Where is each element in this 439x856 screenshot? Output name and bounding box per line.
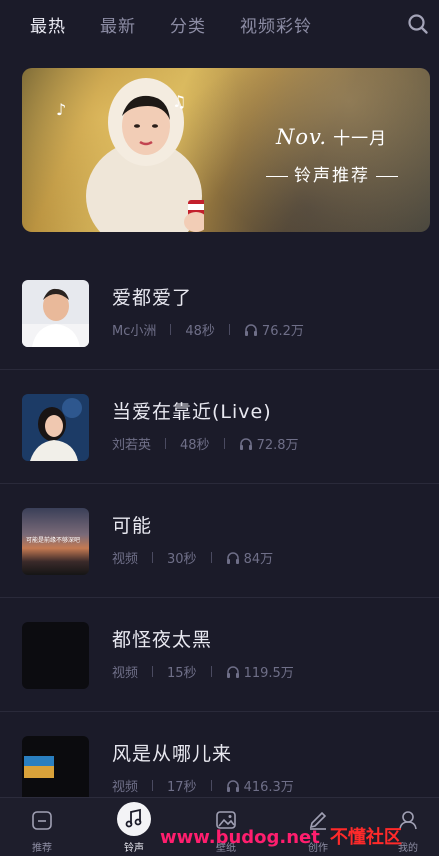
- divider: [228, 324, 230, 335]
- song-title: 可能: [112, 515, 153, 537]
- song-meta: 视频 30秒 84万: [112, 548, 273, 567]
- song-meta: 刘若英 48秒 72.8万: [112, 434, 299, 453]
- headphone-icon: [239, 438, 252, 450]
- song-cover-image: [22, 622, 89, 689]
- search-icon[interactable]: [407, 13, 429, 35]
- song-meta: 视频 17秒 416.3万: [112, 776, 294, 795]
- song-artist: Mc小洲: [112, 324, 157, 339]
- song-duration: 17秒: [167, 780, 197, 795]
- song-meta: Mc小洲 48秒 76.2万: [112, 320, 304, 339]
- dash-right: [376, 175, 398, 177]
- song-item[interactable]: 都怪夜太黑 视频 15秒 119.5万: [0, 598, 439, 712]
- nav-ringtone[interactable]: 铃声: [104, 798, 164, 856]
- divider: [223, 438, 225, 449]
- song-title: 风是从哪儿来: [112, 743, 233, 765]
- divider: [152, 780, 154, 791]
- tab-newest[interactable]: 最新: [100, 12, 136, 37]
- song-cover-image: [22, 394, 89, 461]
- song-title: 当爱在靠近(Live): [112, 401, 272, 423]
- song-artist: 视频: [112, 666, 139, 681]
- dash-left: [266, 175, 288, 177]
- song-plays: 119.5万: [243, 666, 294, 681]
- banner-month: Nov. 十一月: [276, 124, 387, 149]
- promo-banner[interactable]: ♪ ♫ Nov. 十一月 铃声推荐: [22, 68, 430, 232]
- song-plays: 416.3万: [243, 780, 294, 795]
- tab-video-ringtone[interactable]: 视频彩铃: [240, 12, 312, 37]
- headphone-icon: [226, 780, 239, 792]
- nav-recommend[interactable]: 推荐: [12, 798, 72, 856]
- watermark-url: www.budog.net: [160, 827, 320, 848]
- song-artist: 视频: [112, 552, 139, 567]
- song-cover-image: [22, 736, 89, 803]
- nav-label: 铃声: [124, 843, 144, 854]
- song-artist: 刘若英: [112, 438, 152, 453]
- song-item[interactable]: 当爱在靠近(Live) 刘若英 48秒 72.8万: [0, 370, 439, 484]
- nav-label: 推荐: [32, 843, 52, 854]
- headphone-icon: [244, 324, 257, 336]
- divider: [152, 666, 154, 677]
- headphone-icon: [226, 552, 239, 564]
- music-note-icon: [125, 808, 142, 828]
- song-cover-image: [22, 280, 89, 347]
- divider: [170, 324, 172, 335]
- cover-caption: 可能是前缘不够深吧: [26, 537, 81, 544]
- song-plays: 76.2万: [261, 324, 304, 339]
- song-duration: 15秒: [167, 666, 197, 681]
- divider: [210, 552, 212, 563]
- song-artist: 视频: [112, 780, 139, 795]
- tab-category[interactable]: 分类: [170, 12, 206, 37]
- song-item[interactable]: 爱都爱了 Mc小洲 48秒 76.2万: [0, 256, 439, 370]
- divider: [152, 552, 154, 563]
- watermark-name: 不懂社区: [329, 827, 402, 848]
- song-item[interactable]: 可能是前缘不够深吧 可能 视频 30秒 84万: [0, 484, 439, 598]
- song-duration: 48秒: [185, 324, 215, 339]
- song-plays: 72.8万: [256, 438, 299, 453]
- site-watermark: www.budog.net 不懂社区: [160, 823, 402, 849]
- song-meta: 视频 15秒 119.5万: [112, 662, 294, 681]
- banner-month-en: Nov.: [276, 125, 328, 149]
- headphone-icon: [226, 666, 239, 678]
- song-cover-image: 可能是前缘不够深吧: [22, 508, 89, 575]
- music-note-decoration: ♫: [172, 92, 187, 111]
- home-icon: [32, 811, 52, 830]
- song-duration: 30秒: [167, 552, 197, 567]
- song-plays: 84万: [243, 552, 274, 567]
- banner-month-cn: 十一月: [333, 129, 388, 149]
- banner-subtitle-text: 铃声推荐: [294, 166, 370, 186]
- song-title: 爱都爱了: [112, 287, 193, 309]
- divider: [210, 666, 212, 677]
- song-title: 都怪夜太黑: [112, 629, 213, 651]
- top-tab-bar: 最热 最新 分类 视频彩铃: [0, 0, 439, 48]
- divider: [210, 780, 212, 791]
- song-duration: 48秒: [180, 438, 210, 453]
- banner-subtitle: 铃声推荐: [260, 161, 404, 186]
- ringtone-list: 爱都爱了 Mc小洲 48秒 76.2万 当爱在靠近(Live) 刘若英 48秒 …: [0, 256, 439, 826]
- divider: [165, 438, 167, 449]
- music-note-decoration: ♪: [56, 100, 67, 119]
- tab-hottest[interactable]: 最热: [30, 12, 66, 37]
